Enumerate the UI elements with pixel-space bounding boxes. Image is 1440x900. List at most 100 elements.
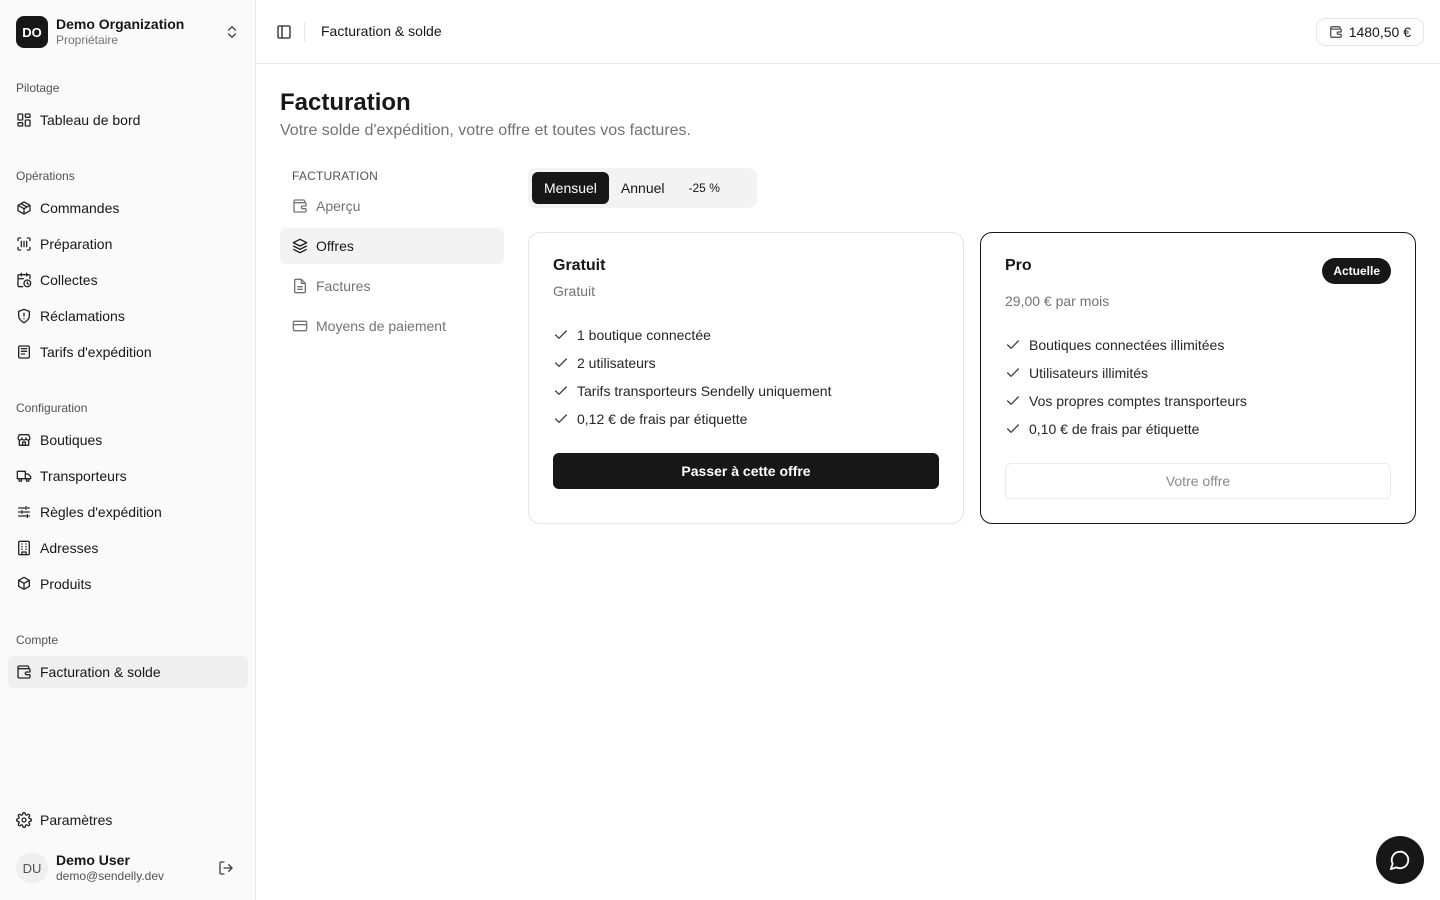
plan-feature-text: Boutiques connectées illimitées <box>1029 337 1225 353</box>
packages-icon <box>18 576 30 590</box>
sidebar-item-label: Boutiques <box>40 432 103 448</box>
toggle-yearly-button[interactable]: Annuel -25 % <box>609 172 732 204</box>
check-icon <box>1007 424 1019 433</box>
sidebar-item-label: Tarifs d'expédition <box>40 344 152 360</box>
shield-icon <box>18 308 30 324</box>
sidebar-item-label: Règles d'expédition <box>40 504 162 520</box>
check-icon <box>555 386 567 395</box>
toggle-monthly-button[interactable]: Mensuel <box>532 172 609 204</box>
check-icon <box>1007 396 1019 405</box>
subnav-item-offres[interactable]: Offres <box>280 228 504 264</box>
plan-feature: 0,12 € de frais par étiquette <box>553 405 831 433</box>
subnav-item-moyens-de-paiement[interactable]: Moyens de paiement <box>280 308 504 344</box>
sidebar-item-label: Produits <box>40 576 92 592</box>
subnav-item-label: Aperçu <box>316 198 361 214</box>
org-switcher[interactable]: DO Demo Organization Propriétaire <box>8 8 248 56</box>
plan-name: Gratuit <box>553 257 606 274</box>
org-role: Propriétaire <box>56 33 119 48</box>
check-icon <box>1007 368 1019 377</box>
page-title: Facturation <box>280 89 411 116</box>
avatar: DU <box>16 852 48 884</box>
plan-name: Pro <box>1005 257 1032 274</box>
user-info: Demo User demo@sendelly.dev <box>56 852 212 885</box>
check-icon <box>555 330 567 339</box>
dashboard-icon <box>17 113 31 127</box>
balance-button[interactable]: 1480,50 € <box>1315 18 1424 46</box>
plan-feature-text: 2 utilisateurs <box>577 355 656 371</box>
org-name: Demo Organization <box>56 15 185 32</box>
wallet-icon <box>1329 26 1342 38</box>
chat-icon <box>1389 850 1410 871</box>
receipt-icon <box>18 345 30 359</box>
user-email: demo@sendelly.dev <box>56 869 165 884</box>
logout-button[interactable] <box>212 854 240 882</box>
sliders-icon <box>18 506 30 518</box>
sidebar-item-reclamations[interactable]: Réclamations <box>8 300 248 332</box>
sidebar-item-transporteurs[interactable]: Transporteurs <box>8 460 248 492</box>
group-label-pilotage: Pilotage <box>16 81 60 95</box>
plan-feature: Vos propres comptes transporteurs <box>1005 387 1247 415</box>
group-label-configuration: Configuration <box>16 401 88 415</box>
check-icon <box>1007 340 1019 349</box>
sidebar-item-adresses[interactable]: Adresses <box>8 532 248 564</box>
sidebar-item-produits[interactable]: Produits <box>8 568 248 600</box>
file-icon <box>294 278 306 294</box>
plan-price: 29,00 € par mois <box>1005 293 1110 309</box>
subnav-item-apercu[interactable]: Aperçu <box>280 188 504 224</box>
plan-price: Gratuit <box>553 283 596 299</box>
plan-feature: Utilisateurs illimités <box>1005 359 1247 387</box>
sidebar-toggle-button[interactable] <box>270 18 298 46</box>
sidebar-item-regles[interactable]: Règles d'expédition <box>8 496 248 528</box>
plan-feature-text: 1 boutique connectée <box>577 327 711 343</box>
chat-button[interactable] <box>1376 836 1424 884</box>
truck-icon <box>16 470 32 482</box>
sidebar-item-label: Tableau de bord <box>40 112 141 128</box>
sidebar-item-label: Préparation <box>40 236 113 252</box>
breadcrumb: Facturation & solde <box>321 23 442 39</box>
plan-feature: 2 utilisateurs <box>553 349 831 377</box>
org-info: Demo Organization Propriétaire <box>56 16 224 49</box>
sidebar-item-boutiques[interactable]: Boutiques <box>8 424 248 456</box>
user-profile: DU Demo User demo@sendelly.dev <box>8 844 248 892</box>
top-header: Facturation & solde 1480,50 € <box>256 0 1440 64</box>
sidebar-item-dashboard[interactable]: Tableau de bord <box>8 104 248 136</box>
plan-card-gratuit: Gratuit Gratuit 1 boutique connectée 2 u… <box>528 232 964 524</box>
sidebar-item-commandes[interactable]: Commandes <box>8 192 248 224</box>
page-subtitle: Votre solde d'expédition, votre offre et… <box>280 122 691 139</box>
sidebar-item-label: Commandes <box>40 200 120 216</box>
sidebar-item-label: Transporteurs <box>40 468 127 484</box>
check-icon <box>555 358 567 367</box>
plan-feature: 0,10 € de frais par étiquette <box>1005 415 1247 443</box>
sidebar: DO Demo Organization Propriétaire Pilota… <box>0 0 256 900</box>
calendar-clock-icon <box>17 272 32 288</box>
sidebar-item-parametres[interactable]: Paramètres <box>8 804 248 836</box>
wallet-icon <box>17 665 31 679</box>
discount-badge: -25 % <box>688 181 720 195</box>
credit-card-icon <box>292 320 308 332</box>
sidebar-item-tarifs[interactable]: Tarifs d'expédition <box>8 336 248 368</box>
header-divider <box>304 22 305 42</box>
plan-feature: Tarifs transporteurs Sendelly uniquement <box>553 377 831 405</box>
org-avatar: DO <box>16 16 48 48</box>
sidebar-item-label: Réclamations <box>40 308 125 324</box>
logout-icon <box>219 861 233 875</box>
scan-icon <box>17 237 31 251</box>
sidebar-item-label: Adresses <box>40 540 99 556</box>
group-label-operations: Opérations <box>16 169 75 183</box>
subnav-item-factures[interactable]: Factures <box>280 268 504 304</box>
sidebar-item-label: Facturation & solde <box>40 664 161 680</box>
sidebar-item-facturation[interactable]: Facturation & solde <box>8 656 248 688</box>
current-plan-badge: Actuelle <box>1322 258 1391 284</box>
panel-left-icon <box>277 25 291 39</box>
sidebar-item-label: Paramètres <box>40 812 113 828</box>
sidebar-item-collectes[interactable]: Collectes <box>8 264 248 296</box>
balance-amount: 1480,50 € <box>1348 24 1411 40</box>
plan-feature-text: Utilisateurs illimités <box>1029 365 1149 381</box>
layers-icon <box>292 238 308 254</box>
package-icon <box>17 201 31 215</box>
billing-period-toggle: Mensuel Annuel -25 % <box>528 168 757 208</box>
switch-plan-button[interactable]: Passer à cette offre <box>553 453 939 489</box>
subnav-item-label: Moyens de paiement <box>316 318 446 334</box>
sidebar-item-preparation[interactable]: Préparation <box>8 228 248 260</box>
plan-feature: Boutiques connectées illimitées <box>1005 331 1247 359</box>
